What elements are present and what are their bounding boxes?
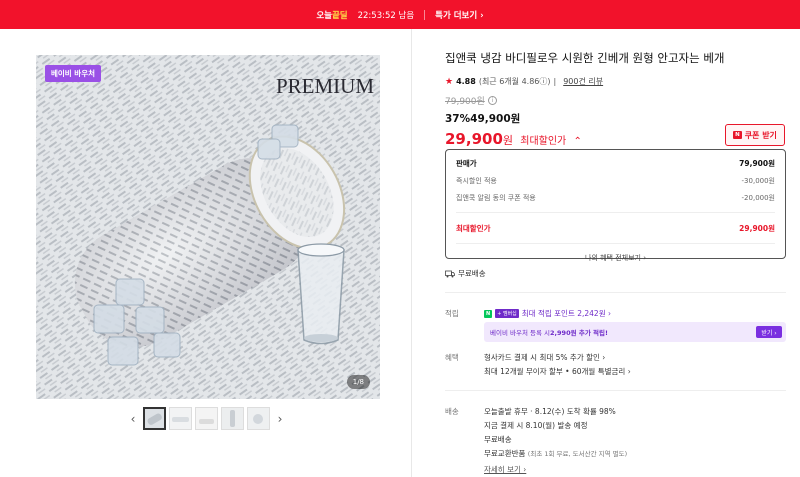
price-breakdown-box: 판매가 79,900원 즉시할인 적용 -30,000원 집앤쿡 알림 동의 쿠폰 … — [445, 149, 786, 262]
final-price-row: 29,900원 최대할인가 ⌃ N 쿠폰 받기 — [445, 124, 785, 149]
thumbnail-2[interactable] — [169, 407, 192, 430]
rating-separator: | — [553, 77, 557, 86]
delivery-return: 무료교환반품 (최초 1회 무료, 도서산간 지역 별도) — [484, 449, 628, 458]
info-icon[interactable]: i — [487, 96, 497, 105]
premium-text: PREMIUM — [276, 74, 374, 98]
all-benefits-link[interactable]: 나의 혜택 전체보기 › — [456, 253, 775, 263]
price-row-coupon: 집앤쿡 알림 동의 쿠폰 적용 -20,000원 — [456, 194, 775, 202]
baby-voucher-button[interactable]: 받기 › — [756, 326, 782, 338]
product-main-image[interactable]: PREMIUM 베이비 바우처 1/8 — [36, 55, 380, 399]
divider — [456, 243, 775, 244]
baby-voucher-badge: 베이비 바우처 — [45, 65, 102, 82]
product-info: 집앤쿡 냉감 바디필로우 시원한 긴베개 원형 안고자는 베개 ★ 4.88 (… — [445, 50, 785, 149]
deal-timer: 22:53:52 남음 — [357, 10, 415, 21]
original-price: 79,900원 — [445, 97, 485, 107]
thumbnail-3[interactable] — [195, 407, 218, 430]
product-title: 집앤쿡 냉감 바디필로우 시원한 긴베개 원형 안고자는 베개 — [445, 51, 725, 65]
delivery-label: 배송 — [445, 407, 459, 416]
points-label: 적립 — [445, 309, 459, 318]
rating-row: ★ 4.88 (최근 6개월 4.86ⓘ) | 900건 리뷰 — [445, 76, 785, 87]
divider — [456, 212, 775, 213]
rating-recent: (최근 6개월 4.86ⓘ) — [478, 77, 551, 86]
discount-price: 49,900원 — [470, 113, 521, 125]
price-row-instant-discount: 즉시할인 적용 -30,000원 — [456, 177, 775, 185]
coupon-button[interactable]: N 쿠폰 받기 — [725, 124, 785, 146]
benefits-label: 혜택 — [445, 353, 459, 362]
final-price[interactable]: 29,900원 최대할인가 ⌃ — [445, 130, 582, 148]
free-shipping-row: 무료배송 — [445, 268, 486, 279]
star-icon: ★ — [445, 76, 454, 87]
next-arrow-icon[interactable]: › — [273, 412, 287, 426]
delivery-eta: 오늘출발 휴무 · 8.12(수) 도착 확률 98% — [484, 407, 616, 416]
thumbnail-strip: ‹ › — [126, 407, 287, 430]
chevron-up-icon: ⌃ — [573, 136, 582, 147]
deal-brand: 오늘끝딜 — [316, 10, 348, 21]
delivery-detail-link[interactable]: 자세히 보기 › — [484, 464, 526, 475]
divider — [445, 390, 786, 391]
price-row-sale: 판매가 79,900원 — [456, 159, 775, 168]
discount-percent: 37% — [445, 113, 471, 125]
divider — [445, 292, 786, 293]
baby-voucher-banner: 베이비 바우처 등록 시 2,990원 추가 적립! 받기 › — [484, 322, 786, 342]
coupon-icon: N — [733, 131, 742, 139]
pillow-photo: PREMIUM — [36, 55, 380, 399]
npay-icon: N — [484, 309, 493, 318]
card-discount-link[interactable]: 형사카드 결제 시 최대 5% 추가 할인 › — [484, 352, 605, 363]
column-separator — [411, 29, 412, 477]
delivery-dispatch: 지금 결제 시 8.10(월) 발송 예정 — [484, 421, 588, 430]
installment-link[interactable]: 최대 12개월 무이자 할부 • 60개월 특별금리 › — [484, 366, 631, 377]
original-price-row: 79,900원 i — [445, 94, 785, 107]
banner-divider — [424, 9, 426, 20]
truck-icon — [445, 270, 455, 277]
price-row-max-discount: 최대할인가 29,900원 — [456, 224, 775, 233]
thumbnail-4[interactable] — [221, 407, 244, 430]
image-counter: 1/8 — [346, 375, 370, 389]
top-deal-banner[interactable]: 오늘끝딜 22:53:52 남음 특가 더보기 › — [0, 0, 800, 29]
delivery-free: 무료배송 — [484, 435, 512, 444]
final-price-label: 최대할인가 — [520, 136, 567, 147]
rating-score: 4.88 — [456, 77, 476, 86]
thumbnail-5[interactable] — [247, 407, 270, 430]
prev-arrow-icon[interactable]: ‹ — [126, 412, 140, 426]
review-count-link[interactable]: 900건 리뷰 — [563, 76, 603, 87]
thumbnail-1[interactable] — [143, 407, 166, 430]
points-link[interactable]: N + 멤버십 최대 적립 포인트 2,242원 › — [484, 308, 611, 319]
deal-more-link[interactable]: 특가 더보기 › — [435, 9, 484, 21]
membership-badge: + 멤버십 — [495, 309, 519, 318]
